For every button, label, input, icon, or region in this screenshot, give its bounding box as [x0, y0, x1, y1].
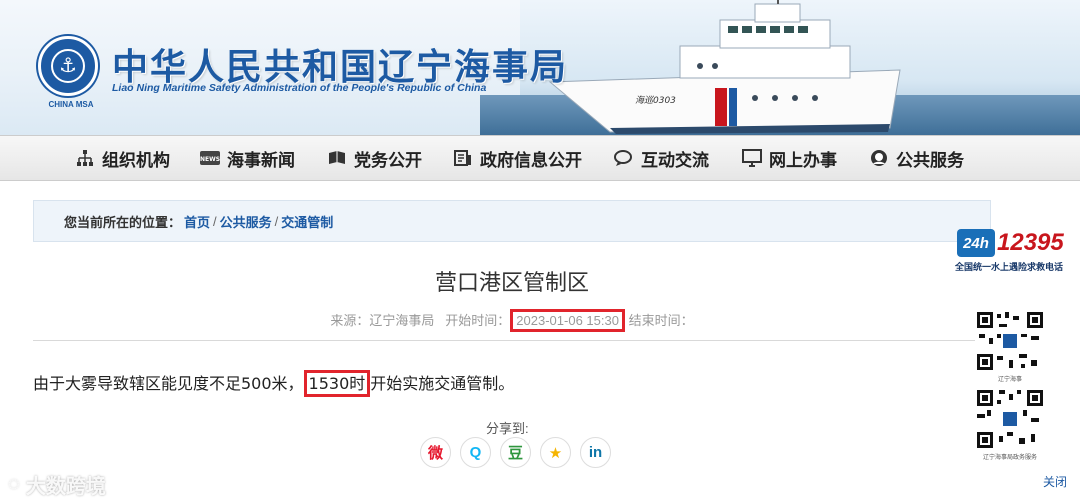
nav-label: 组织机构 — [102, 150, 170, 171]
phone-icon: 24h — [957, 229, 995, 257]
nav-item-online-service[interactable]: 网上办事 — [742, 136, 837, 180]
hotline-subtitle: 全国统一水上遇险求救电话 — [955, 262, 1064, 272]
breadcrumb-traffic-control-link[interactable]: 交通管制 — [281, 212, 333, 231]
end-time-label: 结束时间： — [628, 313, 694, 328]
share-linkedin-button[interactable]: in — [580, 437, 611, 468]
article-title: 营口港区管制区 — [434, 271, 589, 296]
nav-label: 网上办事 — [769, 150, 837, 171]
source-label: 来源： — [330, 313, 370, 328]
nav-item-news[interactable]: NEWS 海事新闻 — [200, 136, 295, 180]
site-title-english: Liao Ning Maritime Safety Administration… — [112, 82, 487, 94]
share-qq-button[interactable]: Q — [460, 437, 491, 468]
nav-item-public-service[interactable]: 公共服务 — [869, 136, 964, 180]
start-time-label: 开始时间： — [445, 313, 511, 328]
nav-label: 公共服务 — [896, 150, 964, 171]
breadcrumb-separator: / — [213, 213, 217, 229]
nav-label: 党务公开 — [354, 150, 422, 171]
qr2-caption: 辽宁海事局政务服务 — [982, 455, 1037, 461]
breadcrumb-separator: / — [274, 213, 279, 229]
header-banner: 海巡0303 ⚓ CHINA MSA 中华人民共和国辽宁海事局 Liao Nin… — [0, 0, 1080, 135]
article-body: 由于大雾导致辖区能见度不足500米， 1530时 开始实施交通管制。 — [33, 370, 515, 397]
nav-label: 海事新闻 — [227, 150, 295, 171]
qr-code-icon — [975, 388, 1045, 450]
breadcrumb: 您当前所在的位置： 首页 / 公共服务 / 交通管制 — [33, 200, 991, 242]
hotline-number: 12395 — [997, 229, 1064, 256]
weibo-icon: 微 — [427, 445, 443, 462]
chat-icon — [614, 148, 634, 168]
news-icon: NEWS — [200, 148, 220, 168]
share-douban-button[interactable]: 豆 — [500, 437, 531, 468]
logo-caption: CHINA MSA — [48, 100, 94, 109]
breadcrumb-public-service-link[interactable]: 公共服务 — [220, 212, 272, 231]
article-meta: 来源：辽宁海事局 开始时间： 2023-01-06 15:30 结束时间： — [33, 309, 991, 332]
monitor-icon — [742, 148, 762, 168]
linkedin-icon: in — [588, 444, 603, 461]
share-buttons: 微 Q 豆 ★ in — [420, 437, 611, 468]
body-text-after: 开始实施交通管制。 — [370, 374, 515, 393]
document-icon — [453, 148, 473, 168]
anchor-icon: ⚓ — [59, 55, 77, 77]
nav-item-gov-info[interactable]: 政府信息公开 — [453, 136, 582, 180]
douban-icon: 豆 — [507, 445, 523, 462]
close-button[interactable]: 关闭 — [1043, 473, 1067, 490]
divider — [33, 340, 991, 341]
watermark-text: 大数跨境 — [25, 476, 106, 498]
start-time-value: 2023-01-06 15:30 — [510, 309, 625, 332]
body-time-highlight: 1530时 — [303, 370, 371, 397]
ship-hull-text: 海巡0303 — [635, 95, 676, 106]
share-qzone-button[interactable]: ★ — [540, 437, 571, 468]
person-icon — [869, 148, 889, 168]
nav-item-interact[interactable]: 互动交流 — [614, 136, 709, 180]
svg-text:NEWS: NEWS — [200, 156, 220, 163]
qr-code-icon — [975, 310, 1045, 372]
source-value: 辽宁海事局 — [369, 313, 435, 328]
share-weibo-button[interactable]: 微 — [420, 437, 451, 468]
patrol-ship-image: 海巡0303 — [548, 0, 901, 134]
msa-logo: ⚓ — [38, 36, 98, 96]
breadcrumb-home-link[interactable]: 首页 — [184, 212, 210, 231]
breadcrumb-label: 您当前所在的位置： — [64, 214, 182, 230]
star-icon: ★ — [548, 444, 563, 462]
org-chart-icon — [75, 148, 95, 168]
main-nav: 组织机构 NEWS 海事新闻 党务公开 政府信息公开 互动交流 网上办事 公共服… — [0, 135, 1080, 181]
nav-item-org[interactable]: 组织机构 — [75, 136, 170, 180]
share-label: 分享到: — [486, 421, 529, 436]
watermark: ◌ 大数跨境 — [8, 470, 106, 499]
book-icon — [327, 148, 347, 168]
chat-bubble-icon: ◌ — [8, 473, 20, 495]
nav-item-party[interactable]: 党务公开 — [327, 136, 422, 180]
nav-label: 政府信息公开 — [480, 150, 582, 171]
qq-icon: Q — [469, 444, 482, 461]
hotline-banner[interactable]: 24h 12395 全国统一水上遇险求救电话 — [955, 225, 1075, 273]
body-text-before: 由于大雾导致辖区能见度不足500米， — [33, 374, 304, 393]
nav-label: 互动交流 — [641, 150, 709, 171]
qr1-caption: 辽宁海事 — [997, 377, 1022, 383]
